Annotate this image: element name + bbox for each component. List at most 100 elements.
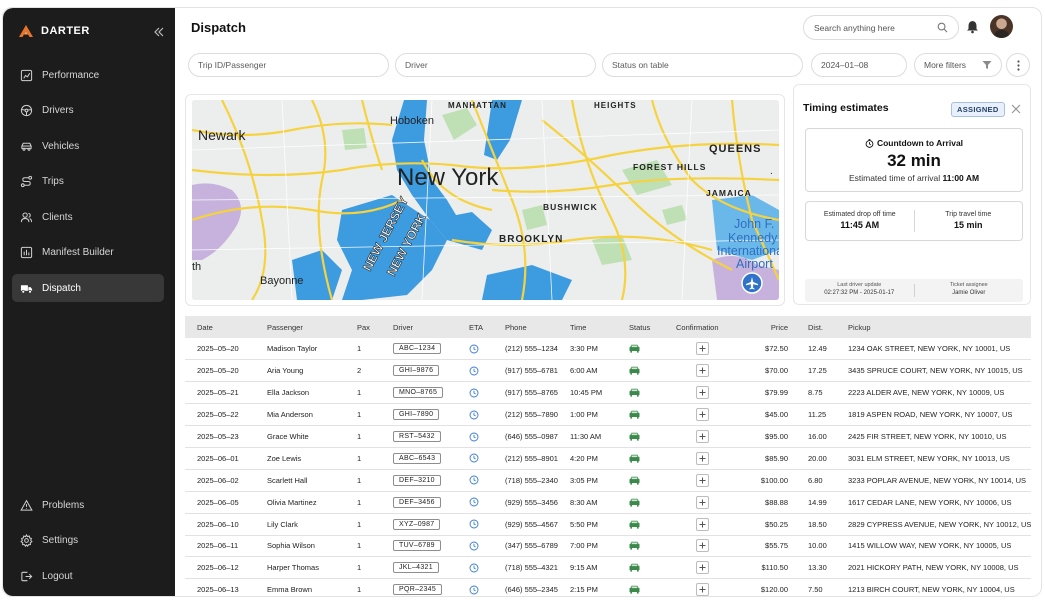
more-filters-button[interactable]: More filters [914, 53, 1002, 77]
sidebar-item-label: Vehicles [42, 140, 80, 152]
confirm-add-button[interactable] [696, 430, 709, 443]
confirm-add-button[interactable] [696, 583, 709, 596]
map-park-area [342, 128, 367, 150]
clock-icon[interactable] [469, 366, 479, 376]
sidebar-item-logout[interactable]: Logout [12, 562, 164, 590]
sidebar-item-trips[interactable]: Trips [12, 167, 164, 195]
table-row[interactable]: 2025–06–05 Olivia Martinez 1 DEF–3456 (929) … [185, 491, 1031, 514]
sidebar-item-problems[interactable]: Problems [12, 491, 164, 519]
driver-plate[interactable]: DEF–3456 [393, 496, 441, 508]
sidebar-item-dispatch[interactable]: Dispatch [12, 274, 164, 302]
clock-icon[interactable] [469, 475, 479, 485]
table-row[interactable]: 2025–05–21 Ella Jackson 1 MNO–8765 (917) 555… [185, 381, 1031, 405]
column-header-confirmation[interactable]: Confirmation [664, 316, 741, 338]
sidebar-item-manifest-builder[interactable]: Manifest Builder [12, 238, 164, 266]
cell-pax: 1 [345, 381, 381, 405]
close-icon[interactable] [1010, 103, 1022, 115]
driver-plate[interactable]: RST–5432 [393, 431, 441, 442]
confirm-add-button[interactable] [696, 539, 709, 553]
brand[interactable]: DARTER [19, 25, 90, 37]
table-row[interactable]: 2025–05–20 Madison Taylor 1 ABC–1234 (212) 5… [185, 338, 1031, 361]
column-header-dist[interactable]: Dist. [796, 316, 836, 338]
column-header-time[interactable]: Time [558, 316, 617, 338]
status-input[interactable] [612, 60, 793, 70]
driver-plate[interactable]: DEF–3210 [393, 474, 441, 486]
trip-passenger-filter[interactable] [188, 53, 389, 77]
table-row[interactable]: 2025–05–20 Aria Young 2 GHI–9876 (917) 555–6… [185, 359, 1031, 383]
driver-plate[interactable]: JKL–4321 [393, 562, 439, 574]
driver-filter[interactable] [395, 53, 596, 77]
collapse-sidebar-icon[interactable] [153, 26, 165, 38]
clock-icon[interactable] [469, 497, 479, 507]
sidebar-item-vehicles[interactable]: Vehicles [12, 132, 164, 160]
column-header-status[interactable]: Status [617, 316, 664, 338]
clock-icon[interactable] [469, 344, 479, 354]
driver-plate[interactable]: GHI–9876 [393, 365, 440, 377]
driver-plate[interactable]: GHI–7890 [393, 409, 440, 421]
table-row[interactable]: 2025–06–01 Zoe Lewis 1 ABC–6543 (212) 555–89… [185, 447, 1031, 470]
table-row[interactable]: 2025–05–22 Mia Anderson 1 GHI–7890 (212) 555… [185, 403, 1031, 427]
table-row[interactable]: 2025–06–13 Emma Brown 1 PQR–2345 (646) 555–2… [185, 578, 1031, 596]
table-row[interactable]: 2025–06–12 Harper Thomas 1 JKL–4321 (718) 55… [185, 556, 1031, 580]
sidebar-item-drivers[interactable]: Drivers [12, 96, 164, 124]
clock-icon[interactable] [469, 519, 479, 529]
driver-plate[interactable]: XYZ–0987 [393, 518, 441, 530]
driver-plate[interactable]: ABC–1234 [393, 343, 442, 355]
plus-icon [699, 433, 706, 440]
confirm-add-button[interactable] [696, 364, 709, 378]
cell-pax: 1 [345, 447, 381, 470]
search-input[interactable] [814, 22, 934, 33]
confirm-add-button[interactable] [696, 451, 709, 465]
confirm-add-button[interactable] [696, 342, 709, 356]
date-filter[interactable]: 2024–01–08 [811, 53, 907, 77]
clock-icon[interactable] [469, 585, 479, 595]
more-options-button[interactable] [1006, 53, 1030, 77]
cell-date: 2025–05–20 [185, 359, 255, 383]
driver-plate[interactable]: MNO–8765 [393, 387, 444, 399]
column-header-pickup[interactable]: Pickup [836, 316, 1031, 338]
column-header-pax[interactable]: Pax [345, 316, 381, 338]
column-header-price[interactable]: Price [741, 316, 796, 338]
bell-icon[interactable] [966, 20, 979, 34]
sidebar-item-clients[interactable]: Clients [12, 203, 164, 231]
driver-plate[interactable]: PQR–2345 [393, 584, 443, 596]
clock-icon[interactable] [469, 453, 479, 463]
status-filter[interactable] [602, 53, 803, 77]
clock-icon[interactable] [469, 541, 479, 551]
column-header-phone[interactable]: Phone [493, 316, 558, 338]
trip-passenger-input[interactable] [198, 60, 379, 70]
driver-plate[interactable]: ABC–6543 [393, 452, 442, 464]
table-row[interactable]: 2025–06–11 Sophia Wilson 1 TUV–6789 (347) 55… [185, 535, 1031, 558]
confirm-add-button[interactable] [696, 386, 709, 400]
table-row[interactable]: 2025–06–10 Lily Clark 1 XYZ–0987 (929) 555–4… [185, 513, 1031, 536]
driver-plate[interactable]: TUV–6789 [393, 540, 441, 552]
dropoff-value: 11:45 AM [840, 220, 880, 230]
clock-icon[interactable] [469, 432, 479, 442]
cell-phone: (212) 555–1234 [493, 338, 558, 361]
confirm-add-button[interactable] [696, 408, 709, 422]
map-label: Hoboken [390, 115, 434, 127]
table-row[interactable]: 2025–05–23 Grace White 1 RST–5432 (646) 555–… [185, 425, 1031, 448]
cell-dist: 20.00 [796, 447, 836, 470]
column-header-driver[interactable]: Driver [381, 316, 457, 338]
clock-icon[interactable] [469, 563, 479, 573]
clock-icon[interactable] [469, 388, 479, 398]
confirm-add-button[interactable] [696, 561, 709, 575]
column-header-date[interactable]: Date [185, 316, 255, 338]
clock-icon[interactable] [469, 410, 479, 420]
avatar[interactable] [990, 15, 1013, 38]
column-header-eta[interactable]: ETA [457, 316, 493, 338]
confirm-add-button[interactable] [696, 495, 709, 509]
search-icon[interactable] [937, 22, 948, 33]
sidebar-item-performance[interactable]: Performance [12, 61, 164, 89]
column-header-passenger[interactable]: Passenger [255, 316, 345, 338]
driver-input[interactable] [405, 60, 586, 70]
cell-time: 2:15 PM [558, 578, 617, 596]
confirm-add-button[interactable] [696, 517, 709, 531]
map[interactable]: MANHATTAN HEIGHTS Hoboken Newark New Yor… [192, 100, 779, 300]
airport-marker-icon[interactable] [741, 272, 763, 294]
confirm-add-button[interactable] [696, 473, 709, 487]
search-box[interactable] [803, 15, 959, 40]
table-row[interactable]: 2025–06–02 Scarlett Hall 1 DEF–3210 (718) 55… [185, 469, 1031, 492]
sidebar-item-settings[interactable]: Settings [12, 526, 164, 554]
